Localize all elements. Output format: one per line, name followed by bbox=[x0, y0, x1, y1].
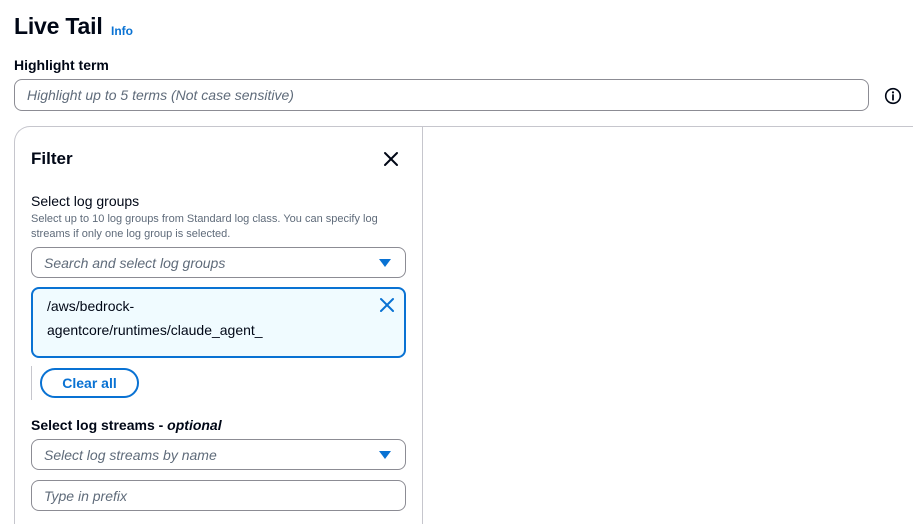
remove-token-icon[interactable] bbox=[379, 297, 395, 313]
log-streams-optional-text: optional bbox=[167, 417, 222, 433]
panel-divider-vertical bbox=[422, 126, 423, 524]
clear-all-button[interactable]: Clear all bbox=[40, 368, 139, 398]
log-streams-label-text: Select log streams - bbox=[31, 417, 168, 433]
highlight-term-input[interactable] bbox=[14, 79, 869, 111]
info-circle-icon[interactable] bbox=[884, 87, 902, 105]
caret-down-icon bbox=[379, 451, 391, 459]
close-icon[interactable] bbox=[381, 149, 401, 169]
log-streams-select[interactable]: Select log streams by name bbox=[31, 439, 406, 470]
log-streams-label: Select log streams - optional bbox=[31, 417, 222, 433]
highlight-term-label: Highlight term bbox=[14, 57, 109, 73]
log-groups-description: Select up to 10 log groups from Standard… bbox=[31, 213, 378, 240]
selected-log-group-token: /aws/bedrock-agentcore/runtimes/claude_a… bbox=[31, 287, 406, 358]
caret-down-icon bbox=[379, 259, 391, 267]
panel-divider bbox=[422, 126, 913, 127]
page-title: Live Tail bbox=[14, 13, 103, 39]
filter-title: Filter bbox=[31, 149, 73, 168]
token-group-rail bbox=[31, 366, 32, 400]
info-link[interactable]: Info bbox=[111, 24, 133, 38]
prefix-input[interactable] bbox=[31, 480, 406, 511]
log-groups-select-placeholder: Search and select log groups bbox=[44, 254, 226, 271]
log-streams-select-placeholder: Select log streams by name bbox=[44, 446, 217, 463]
log-groups-select[interactable]: Search and select log groups bbox=[31, 247, 406, 278]
log-groups-label: Select log groups bbox=[31, 193, 140, 209]
selected-log-group-name: /aws/bedrock-agentcore/runtimes/claude_a… bbox=[47, 298, 263, 338]
